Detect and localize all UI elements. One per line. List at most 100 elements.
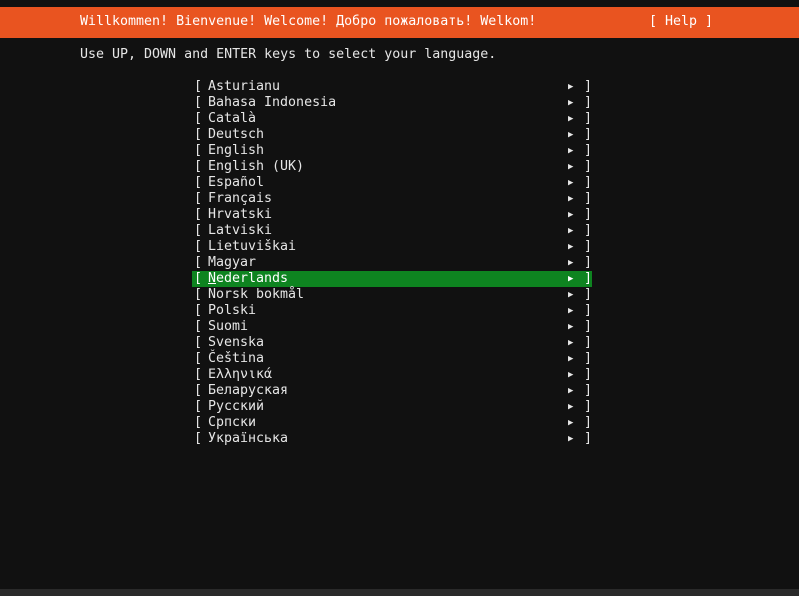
language-label: Español — [208, 175, 265, 190]
language-item[interactable]: [ Ελληνικά ▶] — [192, 367, 592, 383]
language-item[interactable]: [ Русский ▶] — [192, 399, 592, 415]
language-label: Српски — [208, 415, 257, 430]
language-item[interactable]: [Hrvatski ▶] — [192, 207, 592, 223]
header-title: Willkommen! Bienvenue! Welcome! Добро по… — [80, 14, 537, 29]
language-item[interactable]: [Svenska ▶] — [192, 335, 592, 351]
bracket-left: [ — [194, 271, 203, 286]
arrow-right-icon: ▶ — [568, 146, 574, 156]
arrow-right-icon: ▶ — [568, 114, 574, 124]
bracket-right: ] — [584, 223, 593, 238]
language-label: Ελληνικά — [208, 367, 273, 382]
bracket-right: ] — [584, 175, 593, 190]
arrow-right-icon: ▶ — [568, 354, 574, 364]
language-label: Deutsch — [208, 127, 265, 142]
language-item[interactable]: [ Norsk bokmål ▶] — [192, 287, 592, 303]
bracket-right: ] — [584, 127, 593, 142]
language-item[interactable]: [Bahasa Indonesia ▶] — [192, 95, 592, 111]
language-item[interactable]: [Suomi ▶] — [192, 319, 592, 335]
language-item[interactable]: [ Magyar ▶] — [192, 255, 592, 271]
language-item[interactable]: [Čeština ▶] — [192, 351, 592, 367]
bracket-left: [ — [194, 287, 203, 302]
arrow-right-icon: ▶ — [568, 306, 574, 316]
bracket-right: ] — [584, 287, 593, 302]
language-label: Bahasa Indonesia — [208, 95, 337, 110]
language-label: Suomi — [208, 319, 249, 334]
bracket-left: [ — [194, 159, 203, 174]
bracket-right: ] — [584, 415, 593, 430]
arrow-right-icon: ▶ — [568, 290, 574, 300]
arrow-right-icon: ▶ — [568, 322, 574, 332]
language-item[interactable]: [English (UK) ▶] — [192, 159, 592, 175]
bracket-right: ] — [584, 207, 593, 222]
bracket-right: ] — [584, 399, 593, 414]
bracket-right: ] — [584, 319, 593, 334]
bracket-left: [ — [194, 335, 203, 350]
bracket-right: ] — [584, 191, 593, 206]
arrow-right-icon: ▶ — [568, 258, 574, 268]
language-label: Asturianu — [208, 79, 281, 94]
language-label: Українська — [208, 431, 289, 446]
arrow-right-icon: ▶ — [568, 370, 574, 380]
language-item[interactable]: [Français ▶] — [192, 191, 592, 207]
bracket-right: ] — [584, 95, 593, 110]
language-label: Русский — [208, 399, 265, 414]
bottom-bar — [0, 589, 799, 596]
language-item[interactable]: [Deutsch ▶] — [192, 127, 592, 143]
help-button[interactable]: [ Help ] — [649, 14, 713, 30]
bracket-right: ] — [584, 303, 593, 318]
bracket-left: [ — [194, 223, 203, 238]
bracket-left: [ — [194, 255, 203, 270]
arrow-right-icon: ▶ — [568, 274, 574, 284]
bracket-left: [ — [194, 399, 203, 414]
language-item[interactable]: [ Català ▶] — [192, 111, 592, 127]
arrow-right-icon: ▶ — [568, 194, 574, 204]
arrow-right-icon: ▶ — [568, 226, 574, 236]
language-item[interactable]: [ Українська ▶] — [192, 431, 592, 447]
arrow-right-icon: ▶ — [568, 242, 574, 252]
language-item[interactable]: [English ▶] — [192, 143, 592, 159]
language-label: Svenska — [208, 335, 265, 350]
arrow-right-icon: ▶ — [568, 82, 574, 92]
arrow-right-icon: ▶ — [568, 98, 574, 108]
bracket-left: [ — [194, 415, 203, 430]
arrow-right-icon: ▶ — [568, 162, 574, 172]
bracket-right: ] — [584, 431, 593, 446]
bracket-left: [ — [194, 143, 203, 158]
arrow-right-icon: ▶ — [568, 386, 574, 396]
bracket-right: ] — [584, 111, 593, 126]
language-item[interactable]: [Nederlands ▶] — [192, 271, 592, 287]
language-item[interactable]: [Polski ▶] — [192, 303, 592, 319]
language-label: Català — [208, 111, 257, 126]
language-item[interactable]: [Lietuviškai ▶] — [192, 239, 592, 255]
language-item[interactable]: [ Српски ▶] — [192, 415, 592, 431]
arrow-right-icon: ▶ — [568, 402, 574, 412]
bracket-left: [ — [194, 367, 203, 382]
language-label: Français — [208, 191, 273, 206]
language-item[interactable]: [Asturianu ▶] — [192, 79, 592, 95]
language-list: [ Asturianu ▶] [ Bahasa Indonesia ▶] [ Català ▶]… — [192, 79, 592, 447]
bracket-right: ] — [584, 159, 593, 174]
bracket-right: ] — [584, 255, 593, 270]
bracket-left: [ — [194, 383, 203, 398]
arrow-right-icon: ▶ — [568, 418, 574, 428]
language-item[interactable]: [Latviski ▶] — [192, 223, 592, 239]
arrow-right-icon: ▶ — [568, 130, 574, 140]
bracket-left: [ — [194, 431, 203, 446]
language-label: Polski — [208, 303, 257, 318]
arrow-right-icon: ▶ — [568, 434, 574, 444]
instructions-text: Use UP, DOWN and ENTER keys to select yo… — [80, 47, 497, 62]
language-item[interactable]: [Беларуская ▶] — [192, 383, 592, 399]
bracket-left: [ — [194, 79, 203, 94]
bracket-right: ] — [584, 367, 593, 382]
language-label: Norsk bokmål — [208, 287, 305, 302]
bracket-left: [ — [194, 239, 203, 254]
language-label: Nederlands — [208, 271, 289, 286]
language-item[interactable]: [Español ▶] — [192, 175, 592, 191]
bracket-right: ] — [584, 335, 593, 350]
bracket-left: [ — [194, 111, 203, 126]
language-label: Lietuviškai — [208, 239, 297, 254]
language-label: English — [208, 143, 265, 158]
bracket-right: ] — [584, 383, 593, 398]
language-label: Hrvatski — [208, 207, 273, 222]
language-label: Magyar — [208, 255, 257, 270]
